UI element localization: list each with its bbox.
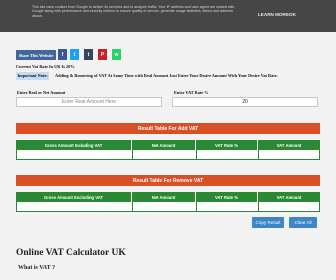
remove-col-gross: Gross Amount Excluding VAT	[16, 192, 132, 202]
add-cell-net	[132, 150, 196, 160]
twitter-icon[interactable]: t	[70, 49, 79, 60]
share-website-label: Share This Website	[16, 50, 56, 60]
remove-vat-table: Gross Amount Excluding VAT Net Amount VA…	[16, 192, 320, 212]
amount-label: Enter Real or Net Amount	[17, 90, 66, 95]
vat-rate-text: Current Vat Rate In UK Is 20%	[16, 64, 75, 69]
clear-all-button[interactable]: Clear All	[289, 217, 317, 228]
remove-cell-rate	[196, 202, 258, 212]
cookie-text: This site uses cookies from Google to de…	[32, 5, 235, 18]
ok-button[interactable]: OK	[289, 12, 296, 17]
copy-result-button[interactable]: Copy Result	[252, 217, 284, 228]
section-heading: What is VAT ?	[18, 265, 56, 271]
important-note-text: Adding & Removing of VAT At Same Time wi…	[55, 73, 278, 78]
add-col-gross: Gross Amount Including VAT	[16, 140, 132, 150]
page-title: Online VAT Calculator UK	[16, 248, 126, 258]
facebook-icon[interactable]: f	[58, 49, 67, 60]
whatsapp-icon[interactable]: w	[112, 49, 121, 60]
remove-cell-amount	[258, 202, 320, 212]
remove-col-rate: VAT Rate %	[196, 192, 258, 202]
learn-more-link[interactable]: LEARN MORE	[258, 12, 289, 17]
pinterest-icon[interactable]: P	[98, 49, 107, 60]
add-cell-gross	[16, 150, 132, 160]
add-col-rate: VAT Rate %	[196, 140, 258, 150]
remove-vat-title: Result Table For Remove VAT	[16, 175, 320, 186]
important-note-tag: Important Note:	[16, 72, 50, 80]
add-vat-title: Result Table For Add VAT	[16, 123, 320, 134]
vat-rate-label: Enter VAT Rate %	[174, 90, 209, 95]
amount-input[interactable]: Enter Real Amount Here	[16, 97, 162, 107]
remove-cell-net	[132, 202, 196, 212]
cookie-banner: This site uses cookies from Google to de…	[0, 0, 336, 32]
tumblr-icon[interactable]: t	[84, 49, 93, 60]
add-col-amount: VAT Amount	[258, 140, 320, 150]
vat-rate-input[interactable]: 20	[172, 97, 318, 107]
table-row	[16, 202, 320, 212]
remove-col-net: Net Amount	[132, 192, 196, 202]
important-note: Important Note: Adding & Removing of VAT…	[16, 72, 326, 80]
remove-col-amount: VAT Amount	[258, 192, 320, 202]
table-row	[16, 150, 320, 160]
add-col-net: Net Amount	[132, 140, 196, 150]
add-cell-rate	[196, 150, 258, 160]
add-vat-table: Gross Amount Including VAT Net Amount VA…	[16, 140, 320, 160]
remove-cell-gross	[16, 202, 132, 212]
add-cell-amount	[258, 150, 320, 160]
